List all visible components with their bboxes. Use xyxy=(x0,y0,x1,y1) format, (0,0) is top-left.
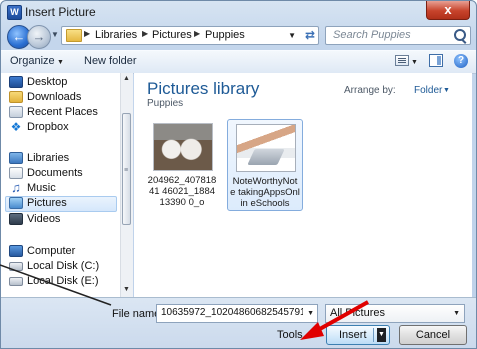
folder-icon xyxy=(66,29,82,42)
sidebar-item-label: Local Disk (C:) xyxy=(27,260,100,272)
videos-icon xyxy=(9,213,23,225)
library-subtitle: Puppies xyxy=(147,98,184,109)
sidebar-item-label: Local Disk (E:) xyxy=(27,275,99,287)
dialog-footer: File name: 10635972_10204860682545791_11… xyxy=(1,297,476,348)
documents-icon xyxy=(9,167,23,179)
close-button[interactable]: x xyxy=(426,1,470,20)
breadcrumb-separator-icon[interactable]: ▶ xyxy=(194,29,200,38)
sidebar-scrollbar[interactable]: ▲ ≡ ▼ xyxy=(120,73,133,297)
cancel-button-label: Cancel xyxy=(415,329,451,341)
search-input[interactable]: Search Puppies xyxy=(325,26,471,45)
command-bar: Organize ▼ New folder ▼ ? xyxy=(1,50,476,74)
search-placeholder: Search Puppies xyxy=(333,29,411,41)
sidebar-item-label: Pictures xyxy=(27,197,67,209)
chevron-down-icon[interactable]: ▼ xyxy=(57,59,64,66)
insert-options-dropdown-icon[interactable]: ▼ xyxy=(377,328,386,342)
preview-pane-icon[interactable] xyxy=(429,54,443,67)
desktop-icon xyxy=(9,76,23,88)
breadcrumb-libraries[interactable]: Libraries xyxy=(95,29,137,41)
forward-button[interactable]: → xyxy=(27,25,51,49)
sidebar-item-label: Videos xyxy=(27,213,61,225)
cancel-button[interactable]: Cancel xyxy=(399,325,467,345)
file-item[interactable]: NoteWorthyNote takingAppsOnlin eSchools xyxy=(227,119,303,211)
title-bar: W Insert Picture x xyxy=(1,1,476,23)
new-folder-button[interactable]: New folder xyxy=(84,55,137,67)
view-options-dropdown-icon[interactable]: ▼ xyxy=(411,59,418,66)
file-item[interactable]: 204962_40781841 46021_188413390 0_o xyxy=(145,119,221,211)
sidebar-item-label: Computer xyxy=(27,245,76,257)
scroll-down-icon[interactable]: ▼ xyxy=(123,286,130,293)
tablet-thumbnail xyxy=(236,124,296,172)
scrollbar-grip-icon: ≡ xyxy=(124,167,128,174)
chevron-down-icon[interactable]: ▼ xyxy=(443,87,450,94)
sidebar-item-pictures[interactable]: Pictures xyxy=(5,196,117,212)
chevron-down-icon[interactable]: ▼ xyxy=(307,310,314,317)
search-icon[interactable] xyxy=(454,29,466,41)
help-icon[interactable]: ? xyxy=(454,54,468,68)
address-bar[interactable]: ▶ Libraries ▶ Pictures ▶ Puppies ▼ ⇄ xyxy=(61,26,319,45)
refresh-icon[interactable]: ⇄ xyxy=(305,28,315,42)
chevron-down-icon[interactable]: ▼ xyxy=(453,310,460,317)
recent-pages-dropdown-icon[interactable]: ▼ xyxy=(51,30,59,39)
file-list-area: Pictures library Puppies Arrange by: Fol… xyxy=(134,73,472,297)
breadcrumb-separator-icon[interactable]: ▶ xyxy=(84,29,90,38)
computer-icon xyxy=(9,245,23,257)
pictures-icon xyxy=(9,197,23,209)
arrange-by-label: Arrange by: xyxy=(344,85,396,96)
address-history-dropdown-icon[interactable]: ▼ xyxy=(288,31,296,40)
tools-menu-button[interactable]: Tools xyxy=(277,329,303,341)
recent-places-icon xyxy=(9,106,23,118)
navigation-pane: Desktop Downloads Recent Places ❖ Dropbo… xyxy=(1,73,120,297)
navigation-bar: ← → ▼ ▶ Libraries ▶ Pictures ▶ Puppies ▼… xyxy=(1,24,476,49)
disk-icon xyxy=(9,262,23,271)
arrange-by-dropdown[interactable]: Folder xyxy=(414,85,442,96)
file-name-label: 204962_40781841 46021_188413390 0_o xyxy=(147,175,217,208)
file-name-value: 10635972_10204860682545791_116418 xyxy=(161,307,303,318)
file-type-value: All Pictures xyxy=(330,307,386,319)
chevron-down-icon[interactable]: ▼ xyxy=(309,332,316,339)
file-type-select[interactable]: All Pictures ▼ xyxy=(325,304,465,323)
file-name-input[interactable]: 10635972_10204860682545791_116418 ▼ xyxy=(156,304,318,323)
scroll-up-icon[interactable]: ▲ xyxy=(123,75,130,82)
split-divider xyxy=(373,328,374,342)
word-app-icon: W xyxy=(7,5,22,20)
organize-menu-button[interactable]: Organize xyxy=(10,55,55,67)
file-name-label: NoteWorthyNote takingAppsOnlin eSchools xyxy=(230,176,300,209)
sidebar-item-label: Recent Places xyxy=(27,106,98,118)
insert-picture-dialog: W Insert Picture x ← → ▼ ▶ Libraries ▶ P… xyxy=(0,0,477,349)
dialog-title: Insert Picture xyxy=(25,5,96,19)
breadcrumb-pictures[interactable]: Pictures xyxy=(152,29,192,41)
breadcrumb-puppies[interactable]: Puppies xyxy=(205,29,245,41)
sidebar-item-label: Libraries xyxy=(27,152,70,164)
sidebar-item-label: Music xyxy=(27,182,56,194)
insert-button[interactable]: Insert ▼ xyxy=(326,325,390,345)
sidebar-item-label: Downloads xyxy=(27,91,82,103)
music-icon: ♫ xyxy=(11,180,21,195)
libraries-icon xyxy=(9,152,23,164)
library-title: Pictures library xyxy=(147,79,260,98)
sidebar-item-label: Dropbox xyxy=(27,121,69,133)
change-view-icon[interactable] xyxy=(395,55,409,66)
dropbox-icon: ❖ xyxy=(10,120,22,134)
sidebar-item-label: Documents xyxy=(27,167,83,179)
downloads-folder-icon xyxy=(9,91,23,103)
sidebar-item-label: Desktop xyxy=(27,76,68,88)
puppies-thumbnail xyxy=(153,123,213,171)
breadcrumb-separator-icon[interactable]: ▶ xyxy=(142,29,148,38)
insert-button-label: Insert xyxy=(339,329,367,341)
disk-icon xyxy=(9,277,23,286)
